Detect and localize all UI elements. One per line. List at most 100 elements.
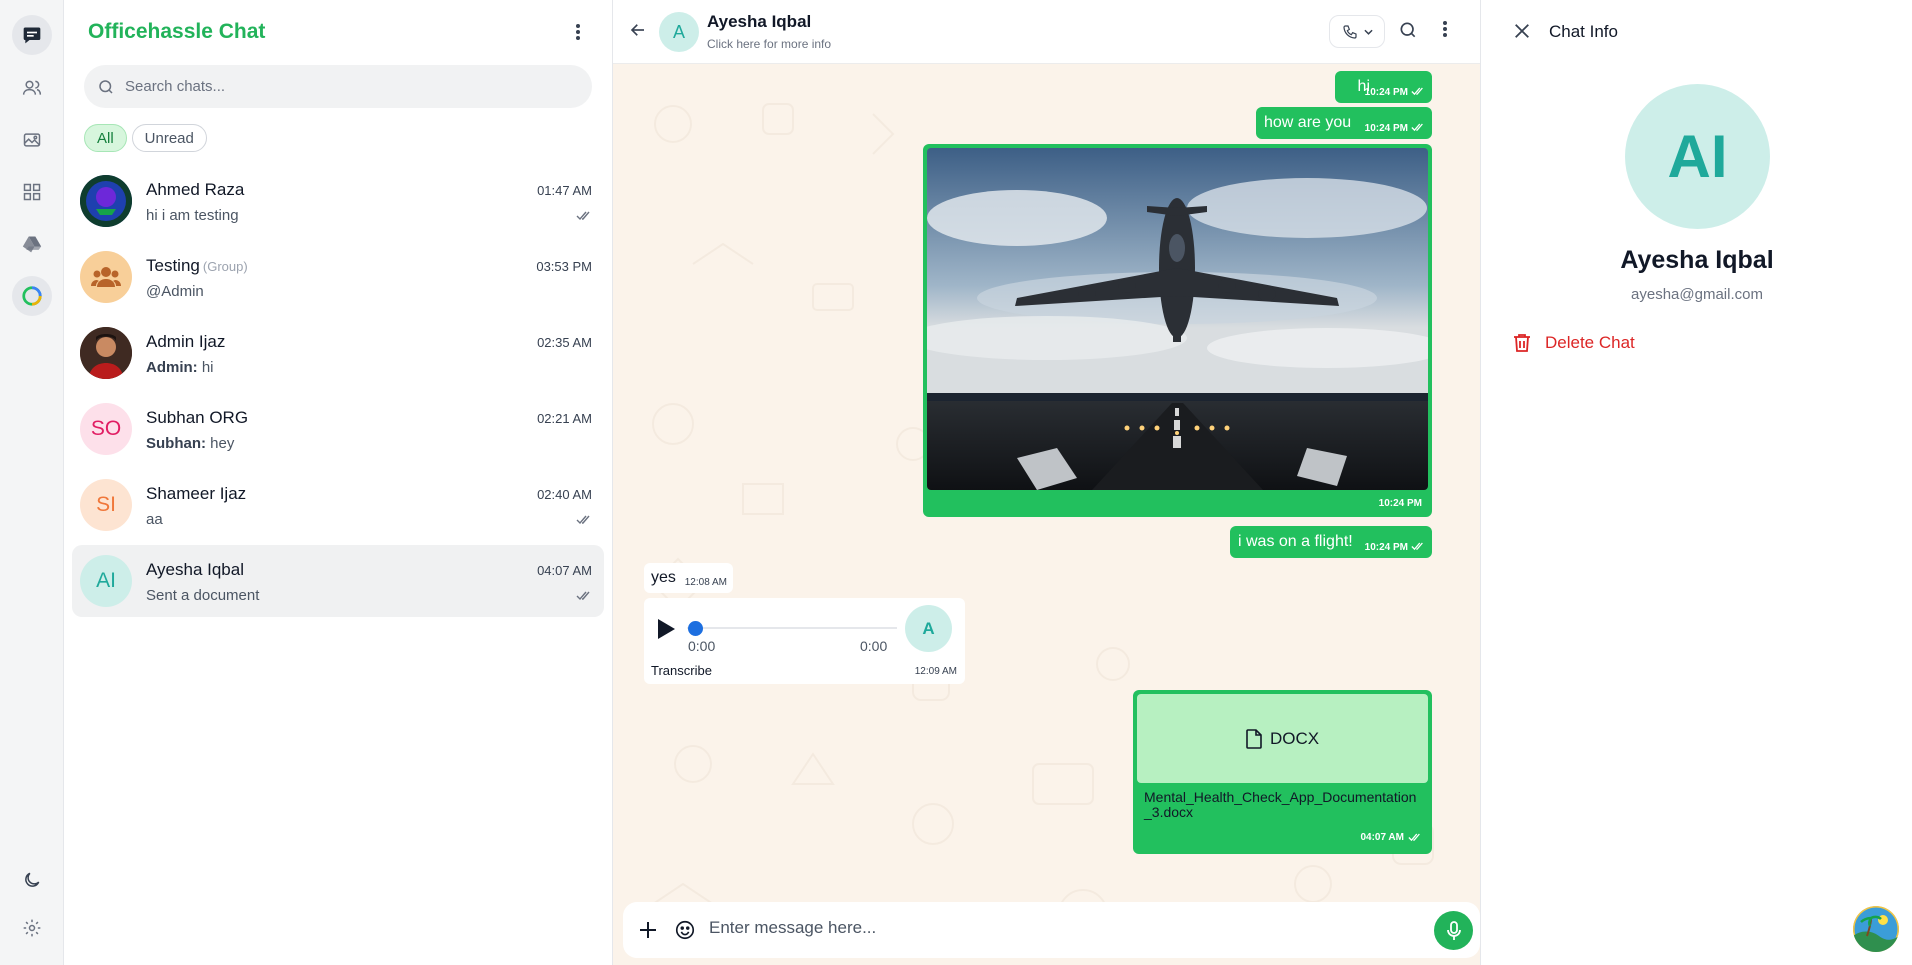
back-arrow-icon[interactable] (629, 21, 647, 39)
chat-name: Ahmed Raza (146, 180, 245, 199)
airplane-photo[interactable] (927, 148, 1428, 490)
message-incoming[interactable]: yes 12:08 AM (644, 563, 733, 593)
assistant-orb-icon[interactable] (1853, 906, 1899, 952)
audio-scrub-handle[interactable] (688, 621, 703, 636)
message-time: 10:24 PM (1364, 87, 1408, 98)
message-text: how are you (1264, 114, 1352, 131)
message-time: 12:08 AM (684, 577, 727, 588)
chat-item-admin-ijaz[interactable]: Admin Ijaz 02:35 AM Admin: hi (72, 317, 604, 389)
chat-name: Testing (Group) (146, 256, 248, 275)
delete-chat-label: Delete Chat (1545, 333, 1635, 352)
chat-item-shameer-ijaz[interactable]: SI Shameer Ijaz 02:40 AM aa (72, 469, 604, 541)
double-check-icon (1411, 87, 1425, 96)
chat-preview: Sent a document (146, 587, 260, 604)
emoji-icon[interactable] (674, 919, 696, 941)
chat-item-ayesha-iqbal[interactable]: AI Ayesha Iqbal 04:07 AM Sent a document (72, 545, 604, 617)
chat-preview: Subhan: hey (146, 435, 235, 452)
message-time: 10:24 PM (1378, 498, 1422, 509)
avatar (80, 327, 132, 379)
close-icon[interactable] (1513, 22, 1531, 40)
mic-button[interactable] (1434, 911, 1473, 950)
phone-icon (1342, 24, 1358, 40)
chat-item-ahmed-raza[interactable]: Ahmed Raza 01:47 AM hi i am testing (72, 165, 604, 237)
chat-preview: Admin: hi (146, 359, 214, 376)
contact-email: ayesha@gmail.com (1631, 286, 1763, 303)
chat-time: 02:40 AM (537, 487, 592, 502)
avatar: AI (80, 555, 132, 607)
group-avatar (80, 251, 132, 303)
double-check-icon (576, 211, 592, 221)
search-icon[interactable] (1398, 20, 1418, 40)
contact-name: Ayesha Iqbal (1620, 246, 1774, 274)
transcribe-button[interactable]: Transcribe (651, 663, 712, 678)
message-document[interactable]: DOCX Mental_Health_Check_App_Documentati… (1133, 690, 1432, 854)
conversation-header: A Ayesha Iqbal Click here for more info (613, 0, 1480, 64)
message-input[interactable] (709, 918, 1349, 938)
chat-name: Admin Ijaz (146, 332, 226, 351)
nav-rail (0, 0, 64, 965)
audio-progress-track[interactable] (687, 627, 897, 629)
plus-icon[interactable] (638, 920, 658, 940)
group-icon (91, 267, 121, 287)
contact-subtitle[interactable]: Click here for more info (707, 37, 831, 51)
audio-duration: 0:00 (860, 638, 888, 654)
filter-unread[interactable]: Unread (131, 124, 207, 152)
double-check-icon (1411, 542, 1425, 551)
message-outgoing[interactable]: how are you 10:24 PM (1256, 107, 1432, 139)
conversation-panel: A Ayesha Iqbal Click here for more info … (613, 0, 1480, 965)
chat-time: 01:47 AM (537, 183, 592, 198)
gallery-icon[interactable] (12, 120, 52, 160)
contact-avatar[interactable]: A (659, 12, 699, 52)
sender-avatar: A (905, 605, 952, 652)
chat-list-panel: Officehassle Chat All Unread Ahmed Raza … (64, 0, 613, 965)
chat-preview: hi i am testing (146, 207, 239, 224)
chat-time: 03:53 PM (536, 259, 592, 274)
avatar (80, 175, 132, 227)
message-voice-note[interactable]: 0:00 0:00 A Transcribe 12:09 AM (644, 598, 965, 684)
chats-icon[interactable] (12, 15, 52, 55)
filter-all[interactable]: All (84, 124, 127, 152)
message-outgoing[interactable]: i was on a flight! 10:24 PM (1230, 526, 1432, 558)
contact-name[interactable]: Ayesha Iqbal (707, 12, 811, 32)
document-preview[interactable]: DOCX (1137, 694, 1428, 783)
search-input[interactable] (125, 78, 565, 95)
double-check-icon (576, 515, 592, 525)
chat-time: 02:21 AM (537, 411, 592, 426)
contact-avatar-large: AI (1625, 84, 1770, 229)
panel-title: Chat Info (1549, 22, 1618, 41)
double-check-icon (1408, 833, 1422, 842)
chat-name: Ayesha Iqbal (146, 560, 244, 579)
chat-preview: @Admin (146, 283, 204, 300)
drive-icon[interactable] (12, 224, 52, 264)
message-image[interactable]: 10:24 PM (923, 144, 1432, 517)
chat-time: 02:35 AM (537, 335, 592, 350)
chat-item-testing[interactable]: Testing (Group) 03:53 PM @Admin (72, 241, 604, 313)
delete-chat-button[interactable]: Delete Chat (1513, 333, 1635, 353)
chat-item-subhan-org[interactable]: SO Subhan ORG 02:21 AM Subhan: hey (72, 393, 604, 465)
dark-mode-icon[interactable] (12, 860, 52, 900)
settings-icon[interactable] (12, 908, 52, 948)
message-time: 12:09 AM (914, 666, 957, 677)
chevron-down-icon (1363, 29, 1373, 35)
status-icon[interactable] (12, 276, 52, 316)
trash-icon (1513, 333, 1531, 353)
users-icon[interactable] (12, 68, 52, 108)
double-check-icon (1411, 123, 1425, 132)
search-bar (84, 65, 592, 108)
chat-filters: All Unread (84, 124, 207, 152)
double-check-icon (576, 591, 592, 601)
file-icon (1246, 728, 1262, 749)
more-vertical-icon[interactable] (566, 20, 590, 44)
chat-name: Shameer Ijaz (146, 484, 247, 503)
apps-icon[interactable] (12, 172, 52, 212)
message-time: 04:07 AM (1360, 832, 1404, 843)
call-button[interactable] (1329, 15, 1385, 48)
app-title: Officehassle Chat (88, 20, 266, 43)
search-icon (97, 78, 115, 96)
play-icon[interactable] (656, 618, 676, 640)
message-outgoing[interactable]: hi 10:24 PM (1335, 71, 1432, 103)
message-time: 10:24 PM (1364, 123, 1408, 134)
chat-info-panel: Chat Info AI Ayesha Iqbal ayesha@gmail.c… (1480, 0, 1912, 965)
more-vertical-icon[interactable] (1442, 20, 1448, 38)
chat-preview: aa (146, 511, 163, 528)
